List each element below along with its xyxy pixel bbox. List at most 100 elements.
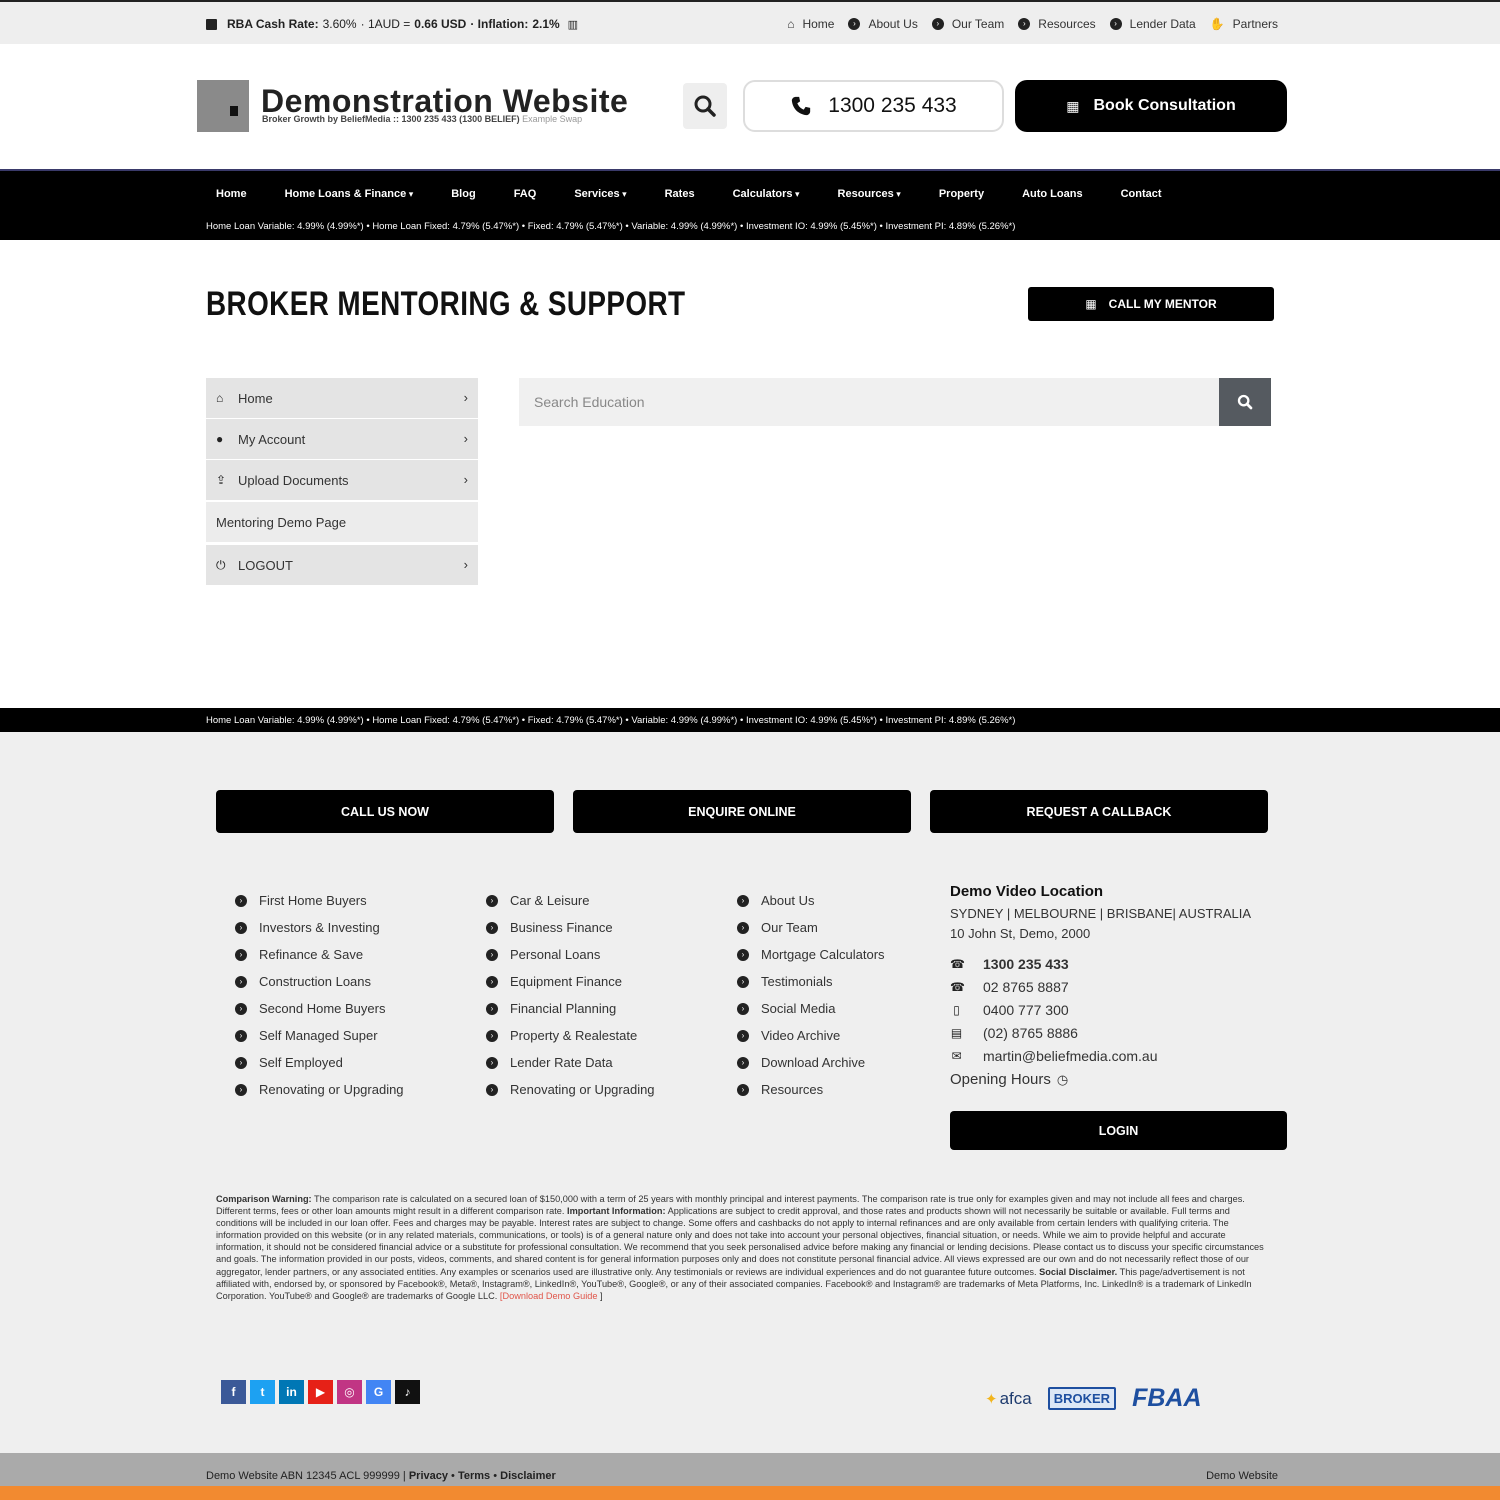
footer-link[interactable]: › Our Team <box>737 914 885 941</box>
footer-link[interactable]: › Financial Planning <box>486 995 655 1022</box>
footer-link[interactable]: › Second Home Buyers <box>235 995 404 1022</box>
footer-link[interactable]: › Renovating or Upgrading <box>235 1076 404 1103</box>
footer-link[interactable]: › Self Managed Super <box>235 1022 404 1049</box>
upload-icon: ⇪ <box>216 473 227 487</box>
linkedin-icon[interactable]: in <box>279 1380 304 1404</box>
footer-link[interactable]: › Mortgage Calculators <box>737 941 885 968</box>
footer-link[interactable]: › Lender Rate Data <box>486 1049 655 1076</box>
accreditation-badges: ✦ afca BROKER FBAA <box>985 1384 1202 1413</box>
twitter-icon[interactable]: t <box>250 1380 275 1404</box>
footer-link[interactable]: › Refinance & Save <box>235 941 404 968</box>
chevron-right-icon: › <box>463 390 468 405</box>
sidebar-item-upload-documents[interactable]: ⇪ Upload Documents › <box>206 460 478 500</box>
privacy-link[interactable]: Privacy <box>409 1470 448 1482</box>
arrow-circle-icon: › <box>235 975 247 988</box>
footer-link[interactable]: › Construction Loans <box>235 968 404 995</box>
sidebar-item-logout[interactable]: ⏻ LOGOUT › <box>206 545 478 585</box>
arrow-circle-icon: › <box>737 1056 749 1069</box>
terms-link[interactable]: Terms <box>458 1470 490 1482</box>
footer-link[interactable]: › Download Archive <box>737 1049 885 1076</box>
sidebar-item-home[interactable]: ⌂ Home › <box>206 378 478 418</box>
footer-links-col3: › About Us › Our Team › Mortgage Calculator… <box>737 887 885 1103</box>
footer-link[interactable]: › Video Archive <box>737 1022 885 1049</box>
nav-auto-loans[interactable]: Auto Loans <box>1022 188 1083 200</box>
book-consultation-button[interactable]: ▦ Book Consultation <box>1015 80 1287 132</box>
footer-link[interactable]: › Investors & Investing <box>235 914 404 941</box>
footer-link[interactable]: › Self Employed <box>235 1049 404 1076</box>
sidebar-item-label: My Account <box>238 431 306 447</box>
footer-link[interactable]: › About Us <box>737 887 885 914</box>
arrow-circle-icon: › <box>737 948 749 961</box>
footer-login-button[interactable]: LOGIN <box>950 1111 1287 1150</box>
enquire-online-button[interactable]: ENQUIRE ONLINE <box>573 790 911 833</box>
footer-link[interactable]: › Resources <box>737 1076 885 1103</box>
arrow-circle-icon: › <box>486 1056 498 1069</box>
footer-link[interactable]: › Renovating or Upgrading <box>486 1076 655 1103</box>
chart-icon: ▥ <box>567 18 579 31</box>
arrow-circle-icon: › <box>235 921 247 934</box>
site-logo[interactable] <box>197 80 249 132</box>
facebook-icon[interactable]: f <box>221 1380 246 1404</box>
nav-services[interactable]: Services <box>574 188 626 200</box>
footer-link[interactable]: › Car & Leisure <box>486 887 655 914</box>
footer-link[interactable]: › Equipment Finance <box>486 968 655 995</box>
call-us-now-button[interactable]: CALL US NOW <box>216 790 554 833</box>
top-nav-team[interactable]: › Our Team <box>931 17 1004 31</box>
top-nav-partners[interactable]: ✋ Partners <box>1210 17 1278 31</box>
arrow-circle-icon: › <box>737 975 749 988</box>
arrow-circle-icon: › <box>486 1083 498 1096</box>
footer-link[interactable]: › Testimonials <box>737 968 885 995</box>
top-nav-home[interactable]: ⌂ Home <box>787 17 834 31</box>
nav-rates[interactable]: Rates <box>665 188 695 200</box>
sidebar-item-my-account[interactable]: ● My Account › <box>206 419 478 459</box>
arrow-circle-icon: › <box>235 1056 247 1069</box>
search-icon <box>1237 394 1253 410</box>
arrow-circle-icon: › <box>486 948 498 961</box>
footer-link[interactable]: › First Home Buyers <box>235 887 404 914</box>
arrow-circle-icon: › <box>737 921 749 934</box>
tiktok-icon[interactable]: ♪ <box>395 1380 420 1404</box>
nav-contact[interactable]: Contact <box>1121 188 1162 200</box>
contact-email[interactable]: ✉ martin@beliefmedia.com.au <box>950 1044 1251 1067</box>
footer-link[interactable]: › Social Media <box>737 995 885 1022</box>
download-demo-guide-link[interactable]: Download Demo Guide <box>502 1291 597 1301</box>
contact-phone-primary[interactable]: ☎ 1300 235 433 <box>950 952 1251 975</box>
nav-faq[interactable]: FAQ <box>514 188 537 200</box>
nav-resources[interactable]: Resources <box>838 188 901 200</box>
header-search-button[interactable] <box>683 83 727 129</box>
arrow-circle-icon: › <box>737 1029 749 1042</box>
top-nav-lender-data[interactable]: › Lender Data <box>1109 17 1196 31</box>
user-circle-icon: ● <box>216 432 224 446</box>
top-info-bar: RBA Cash Rate: 3.60% · 1AUD = 0.66 USD ·… <box>0 0 1500 44</box>
contact-phone-secondary[interactable]: ☎ 02 8765 8887 <box>950 975 1251 998</box>
nav-home-loans[interactable]: Home Loans & Finance <box>285 188 414 200</box>
instagram-icon[interactable]: ◎ <box>337 1380 362 1404</box>
contact-mobile[interactable]: ▯ 0400 777 300 <box>950 998 1251 1021</box>
top-nav-resources[interactable]: › Resources <box>1018 17 1096 31</box>
footer-link[interactable]: › Property & Realestate <box>486 1022 655 1049</box>
top-nav-about[interactable]: › About Us <box>848 17 918 31</box>
google-icon[interactable]: G <box>366 1380 391 1404</box>
nav-home[interactable]: Home <box>216 188 247 200</box>
search-submit-button[interactable] <box>1219 378 1271 426</box>
search-education-input[interactable] <box>519 378 1219 426</box>
sidebar-item-mentoring-demo[interactable]: Mentoring Demo Page <box>206 502 478 542</box>
call-my-mentor-button[interactable]: ▦ CALL MY MENTOR <box>1028 287 1274 321</box>
site-subtitle-extra: Example Swap <box>522 114 583 124</box>
search-icon <box>694 95 716 117</box>
nav-calculators[interactable]: Calculators <box>733 188 800 200</box>
nav-blog[interactable]: Blog <box>451 188 475 200</box>
request-callback-button[interactable]: REQUEST A CALLBACK <box>930 790 1268 833</box>
arrow-circle-icon: › <box>1109 18 1122 30</box>
youtube-icon[interactable]: ▶ <box>308 1380 333 1404</box>
opening-hours-link[interactable]: Opening Hours ◷ <box>950 1071 1251 1088</box>
footer-link[interactable]: › Business Finance <box>486 914 655 941</box>
footer-link[interactable]: › Personal Loans <box>486 941 655 968</box>
calendar-icon: ▦ <box>1066 97 1080 114</box>
header-phone-button[interactable]: 1300 235 433 <box>743 80 1004 132</box>
arrow-circle-icon: › <box>235 948 247 961</box>
arrow-circle-icon: › <box>1018 18 1031 30</box>
nav-property[interactable]: Property <box>939 188 984 200</box>
disclaimer-link[interactable]: Disclaimer <box>500 1470 556 1482</box>
arrow-circle-icon: › <box>737 1083 749 1096</box>
